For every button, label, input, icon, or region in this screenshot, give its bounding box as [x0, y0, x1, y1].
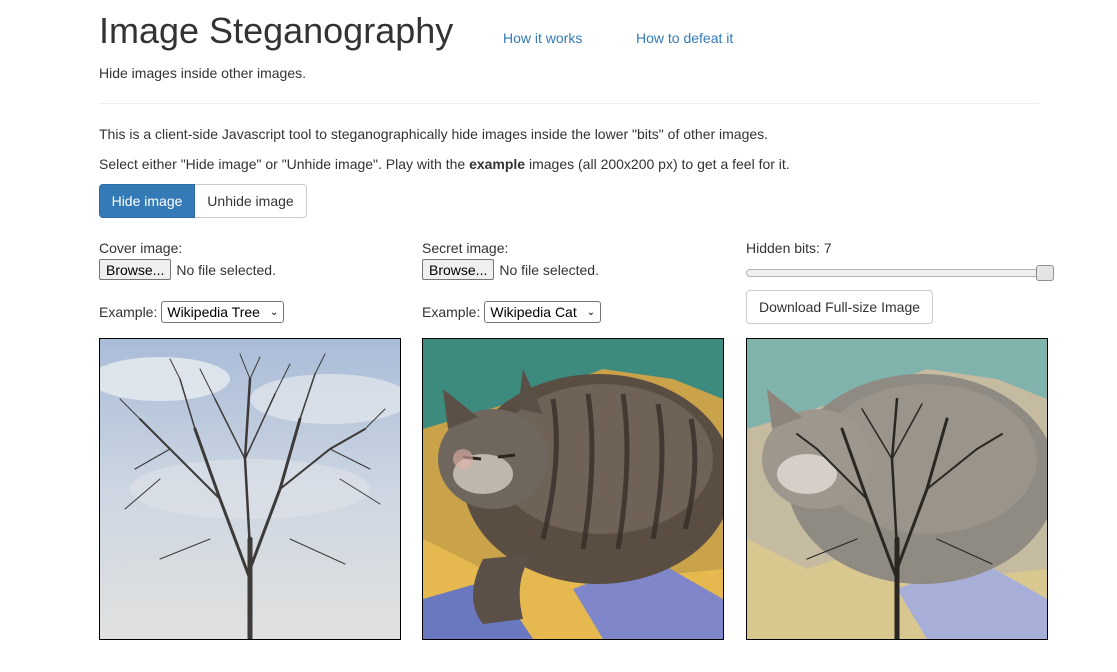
secret-example-label: Example:: [422, 304, 481, 320]
divider: [99, 103, 1039, 104]
instructions-text: Select either "Hide image" or "Unhide im…: [99, 156, 790, 172]
slider-track: [746, 269, 1046, 277]
secret-example-row: Example: Wikipedia Cat ⌄: [422, 301, 602, 323]
mode-toggle: Hide image Unhide image: [99, 184, 307, 218]
cover-file-status: No file selected.: [176, 261, 276, 278]
cover-example-value: Wikipedia Tree: [167, 304, 260, 320]
cover-example-row: Example: Wikipedia Tree ⌄: [99, 301, 285, 323]
cover-browse-button[interactable]: Browse...: [99, 259, 172, 280]
output-image-preview: [746, 338, 1048, 640]
download-button[interactable]: Download Full-size Image: [746, 290, 933, 324]
merged-image: [747, 339, 1047, 639]
secret-image-label: Secret image:: [422, 240, 509, 256]
cover-image-label: Cover image:: [99, 240, 183, 256]
page-subtitle: Hide images inside other images.: [99, 65, 306, 81]
chevron-down-icon: ⌄: [269, 306, 279, 318]
hidden-bits-label: Hidden bits: 7: [746, 240, 832, 256]
secret-browse-button[interactable]: Browse...: [422, 259, 495, 280]
nav-how-it-works-link[interactable]: How it works: [503, 30, 582, 46]
secret-image-preview: [422, 338, 724, 640]
tree-image: [100, 339, 400, 639]
secret-file-status: No file selected.: [499, 261, 599, 278]
secret-file-input: Browse... No file selected.: [422, 259, 599, 280]
cover-example-select[interactable]: Wikipedia Tree ⌄: [161, 301, 285, 323]
cover-example-label: Example:: [99, 304, 158, 320]
cat-image: [423, 339, 723, 639]
instructions-part: Select either "Hide image" or "Unhide im…: [99, 156, 470, 172]
instructions-bold: example: [469, 156, 526, 172]
instructions-part: images (all 200x200 px) to get a feel fo…: [525, 156, 790, 172]
hide-image-button[interactable]: Hide image: [99, 184, 195, 218]
page-title: Image Steganography: [99, 10, 454, 51]
secret-example-value: Wikipedia Cat: [490, 304, 577, 320]
chevron-down-icon: ⌄: [586, 306, 596, 318]
hidden-bits-slider[interactable]: [746, 265, 1054, 281]
secret-example-select[interactable]: Wikipedia Cat ⌄: [484, 301, 602, 323]
nav-how-to-defeat-link[interactable]: How to defeat it: [636, 30, 733, 46]
slider-thumb[interactable]: [1036, 265, 1054, 281]
cover-image-preview: [99, 338, 401, 640]
unhide-image-button[interactable]: Unhide image: [195, 184, 307, 218]
intro-text: This is a client-side Javascript tool to…: [99, 126, 769, 142]
cover-file-input: Browse... No file selected.: [99, 259, 276, 280]
